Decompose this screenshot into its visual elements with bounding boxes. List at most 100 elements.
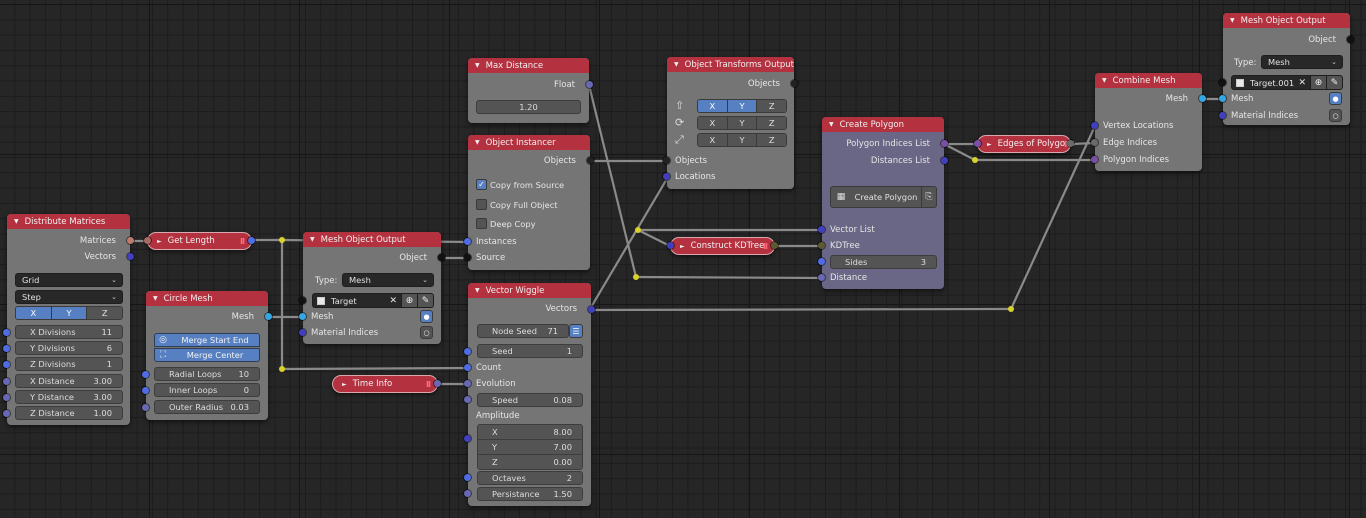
socket-output[interactable] xyxy=(434,380,441,387)
axis-x[interactable]: X xyxy=(698,100,728,112)
socket-matrices[interactable] xyxy=(127,237,134,244)
bake-options-button[interactable]: ⎘ xyxy=(921,186,937,208)
node-header[interactable]: ▼ Max Distance xyxy=(468,58,589,73)
expand-icon[interactable]: ► xyxy=(157,238,162,245)
node-header[interactable]: ▼ Distribute Matrices xyxy=(7,214,130,229)
eyedropper-icon[interactable]: ✎ xyxy=(417,294,433,307)
socket-distance[interactable] xyxy=(818,274,825,281)
socket-input[interactable] xyxy=(667,242,674,249)
socket-instances[interactable] xyxy=(464,238,471,245)
socket-distances-list[interactable] xyxy=(941,157,948,164)
expand-icon[interactable]: ► xyxy=(987,141,992,148)
collapse-icon[interactable]: ▼ xyxy=(475,287,480,294)
node-object-transforms-output[interactable]: ▼ Object Transforms Output Objects ⇧ X Y … xyxy=(663,57,798,189)
socket-vectors[interactable] xyxy=(588,306,595,313)
node-header[interactable]: ▼ Circle Mesh xyxy=(146,291,268,306)
socket-source[interactable] xyxy=(464,254,471,261)
node-create-polygon[interactable]: ▼ Create Polygon Polygon Indices List Dis… xyxy=(818,117,948,289)
socket-object[interactable] xyxy=(1347,36,1354,43)
axis-x[interactable]: X xyxy=(698,134,728,146)
socket-output[interactable] xyxy=(771,242,778,249)
node-header[interactable]: ▼ Mesh Object Output xyxy=(303,232,441,247)
field-z-divisions[interactable]: Z Divisions 1 xyxy=(15,357,123,371)
step-dropdown[interactable]: Step ⌄ xyxy=(15,290,123,304)
socket-persistance[interactable] xyxy=(464,490,471,497)
node-header[interactable]: ▼ Vector Wiggle xyxy=(468,283,591,298)
field-amplitude-z[interactable]: Z 0.00 xyxy=(477,454,583,470)
field-x-distance[interactable]: X Distance 3.00 xyxy=(15,374,123,388)
collapse-icon[interactable]: ▼ xyxy=(310,236,315,243)
socket-object[interactable] xyxy=(438,254,445,261)
socket-mesh[interactable] xyxy=(1219,95,1226,102)
field-amplitude-y[interactable]: Y 7.00 xyxy=(477,439,583,455)
toggle-merge-start-end[interactable]: ◎ Merge Start End xyxy=(154,333,260,347)
socket-output[interactable] xyxy=(248,237,255,244)
field-seed[interactable]: Seed 1 xyxy=(477,344,583,358)
socket-vectors[interactable] xyxy=(127,253,134,260)
socket-locations[interactable] xyxy=(663,173,670,180)
node-header[interactable]: ▼ Object Transforms Output xyxy=(667,57,794,72)
socket-material-indices[interactable] xyxy=(299,329,306,336)
toggle-merge-center[interactable]: ⛶ Merge Center xyxy=(154,348,260,362)
node-header[interactable]: ▼ Object Instancer xyxy=(468,135,590,150)
field-x-divisions[interactable]: X Divisions 11 xyxy=(15,325,123,339)
field-speed[interactable]: Speed 0.08 xyxy=(477,393,583,407)
socket-float[interactable] xyxy=(586,81,593,88)
socket-target[interactable] xyxy=(1219,79,1226,86)
node-time-info[interactable]: ► Time Info II xyxy=(332,375,441,393)
create-polygon-button[interactable]: ▦ Create Polygon xyxy=(830,186,922,208)
field-inner-loops[interactable]: Inner Loops 0 xyxy=(154,383,260,397)
target-object-field[interactable]: Target ✕ ⊕ ✎ xyxy=(312,293,434,308)
clear-icon[interactable]: ✕ xyxy=(389,296,397,306)
field-radial-loops[interactable]: Radial Loops 10 xyxy=(154,367,260,381)
socket-y-divisions[interactable] xyxy=(3,345,10,352)
socket-mesh[interactable] xyxy=(1199,95,1206,102)
node-distribute-matrices[interactable]: ▼ Distribute Matrices Matrices Vectors Gr… xyxy=(3,214,134,425)
socket-vector-list[interactable] xyxy=(818,226,825,233)
node-mesh-object-output[interactable]: ▼ Mesh Object Output Object Type: Mesh ⌄ T… xyxy=(299,232,445,344)
socket-amplitude[interactable] xyxy=(464,435,471,442)
socket-input[interactable] xyxy=(974,140,981,147)
field-amplitude-x[interactable]: X 8.00 xyxy=(477,424,583,440)
socket-radial-loops[interactable] xyxy=(142,371,149,378)
field-persistance[interactable]: Persistance 1.50 xyxy=(477,487,583,501)
axis-toggle[interactable]: X Y Z xyxy=(15,306,123,320)
socket-input[interactable] xyxy=(144,237,151,244)
field-outer-radius[interactable]: Outer Radius 0.03 xyxy=(154,400,260,414)
axis-y[interactable]: Y xyxy=(51,307,88,319)
scale-axes[interactable]: X Y Z xyxy=(697,133,787,147)
node-edges-of-polygons[interactable]: ► Edges of Polygons II xyxy=(974,135,1075,153)
socket-kdtree[interactable] xyxy=(818,242,825,249)
node-vector-wiggle[interactable]: ▼ Vector Wiggle Vectors Node Seed 71 ☰ See… xyxy=(464,283,595,506)
node-header[interactable]: ▼ Mesh Object Output xyxy=(1223,13,1350,28)
axis-y[interactable]: Y xyxy=(727,100,758,112)
material-toggle[interactable]: ○ xyxy=(1329,109,1342,122)
checkbox-copy-from-source[interactable]: ✓ Copy from Source xyxy=(476,179,564,190)
field-y-divisions[interactable]: Y Divisions 6 xyxy=(15,341,123,355)
rotation-axes[interactable]: X Y Z xyxy=(697,116,787,130)
axis-z[interactable]: Z xyxy=(757,134,786,146)
field-octaves[interactable]: Octaves 2 xyxy=(477,471,583,485)
expand-icon[interactable]: ► xyxy=(342,381,347,388)
node-get-length[interactable]: ► Get Length II xyxy=(144,232,255,250)
axis-x[interactable]: X xyxy=(698,117,728,129)
add-object-icon[interactable]: ⊕ xyxy=(401,294,417,307)
list-icon[interactable]: ☰ xyxy=(569,324,583,338)
checkbox-copy-full-object[interactable]: Copy Full Object xyxy=(476,199,558,210)
socket-outer-radius[interactable] xyxy=(142,404,149,411)
socket-material-indices[interactable] xyxy=(1219,112,1226,119)
expand-icon[interactable]: ► xyxy=(680,243,685,250)
socket-edge-indices[interactable] xyxy=(1091,139,1098,146)
socket-polygon-indices[interactable] xyxy=(1091,156,1098,163)
socket-y-distance[interactable] xyxy=(3,394,10,401)
type-dropdown[interactable]: Mesh ⌄ xyxy=(1261,55,1343,69)
field-y-distance[interactable]: Y Distance 3.00 xyxy=(15,390,123,404)
material-toggle[interactable]: ○ xyxy=(420,326,433,339)
field-sides[interactable]: Sides 3 xyxy=(830,255,937,269)
collapse-icon[interactable]: ▼ xyxy=(674,61,679,68)
axis-y[interactable]: Y xyxy=(727,134,758,146)
collapse-icon[interactable]: ▼ xyxy=(475,62,480,69)
collapse-icon[interactable]: ▼ xyxy=(1230,17,1235,24)
node-mesh-object-output-2[interactable]: ▼ Mesh Object Output Object Type: Mesh ⌄ T… xyxy=(1219,13,1354,125)
socket-mesh[interactable] xyxy=(265,313,272,320)
